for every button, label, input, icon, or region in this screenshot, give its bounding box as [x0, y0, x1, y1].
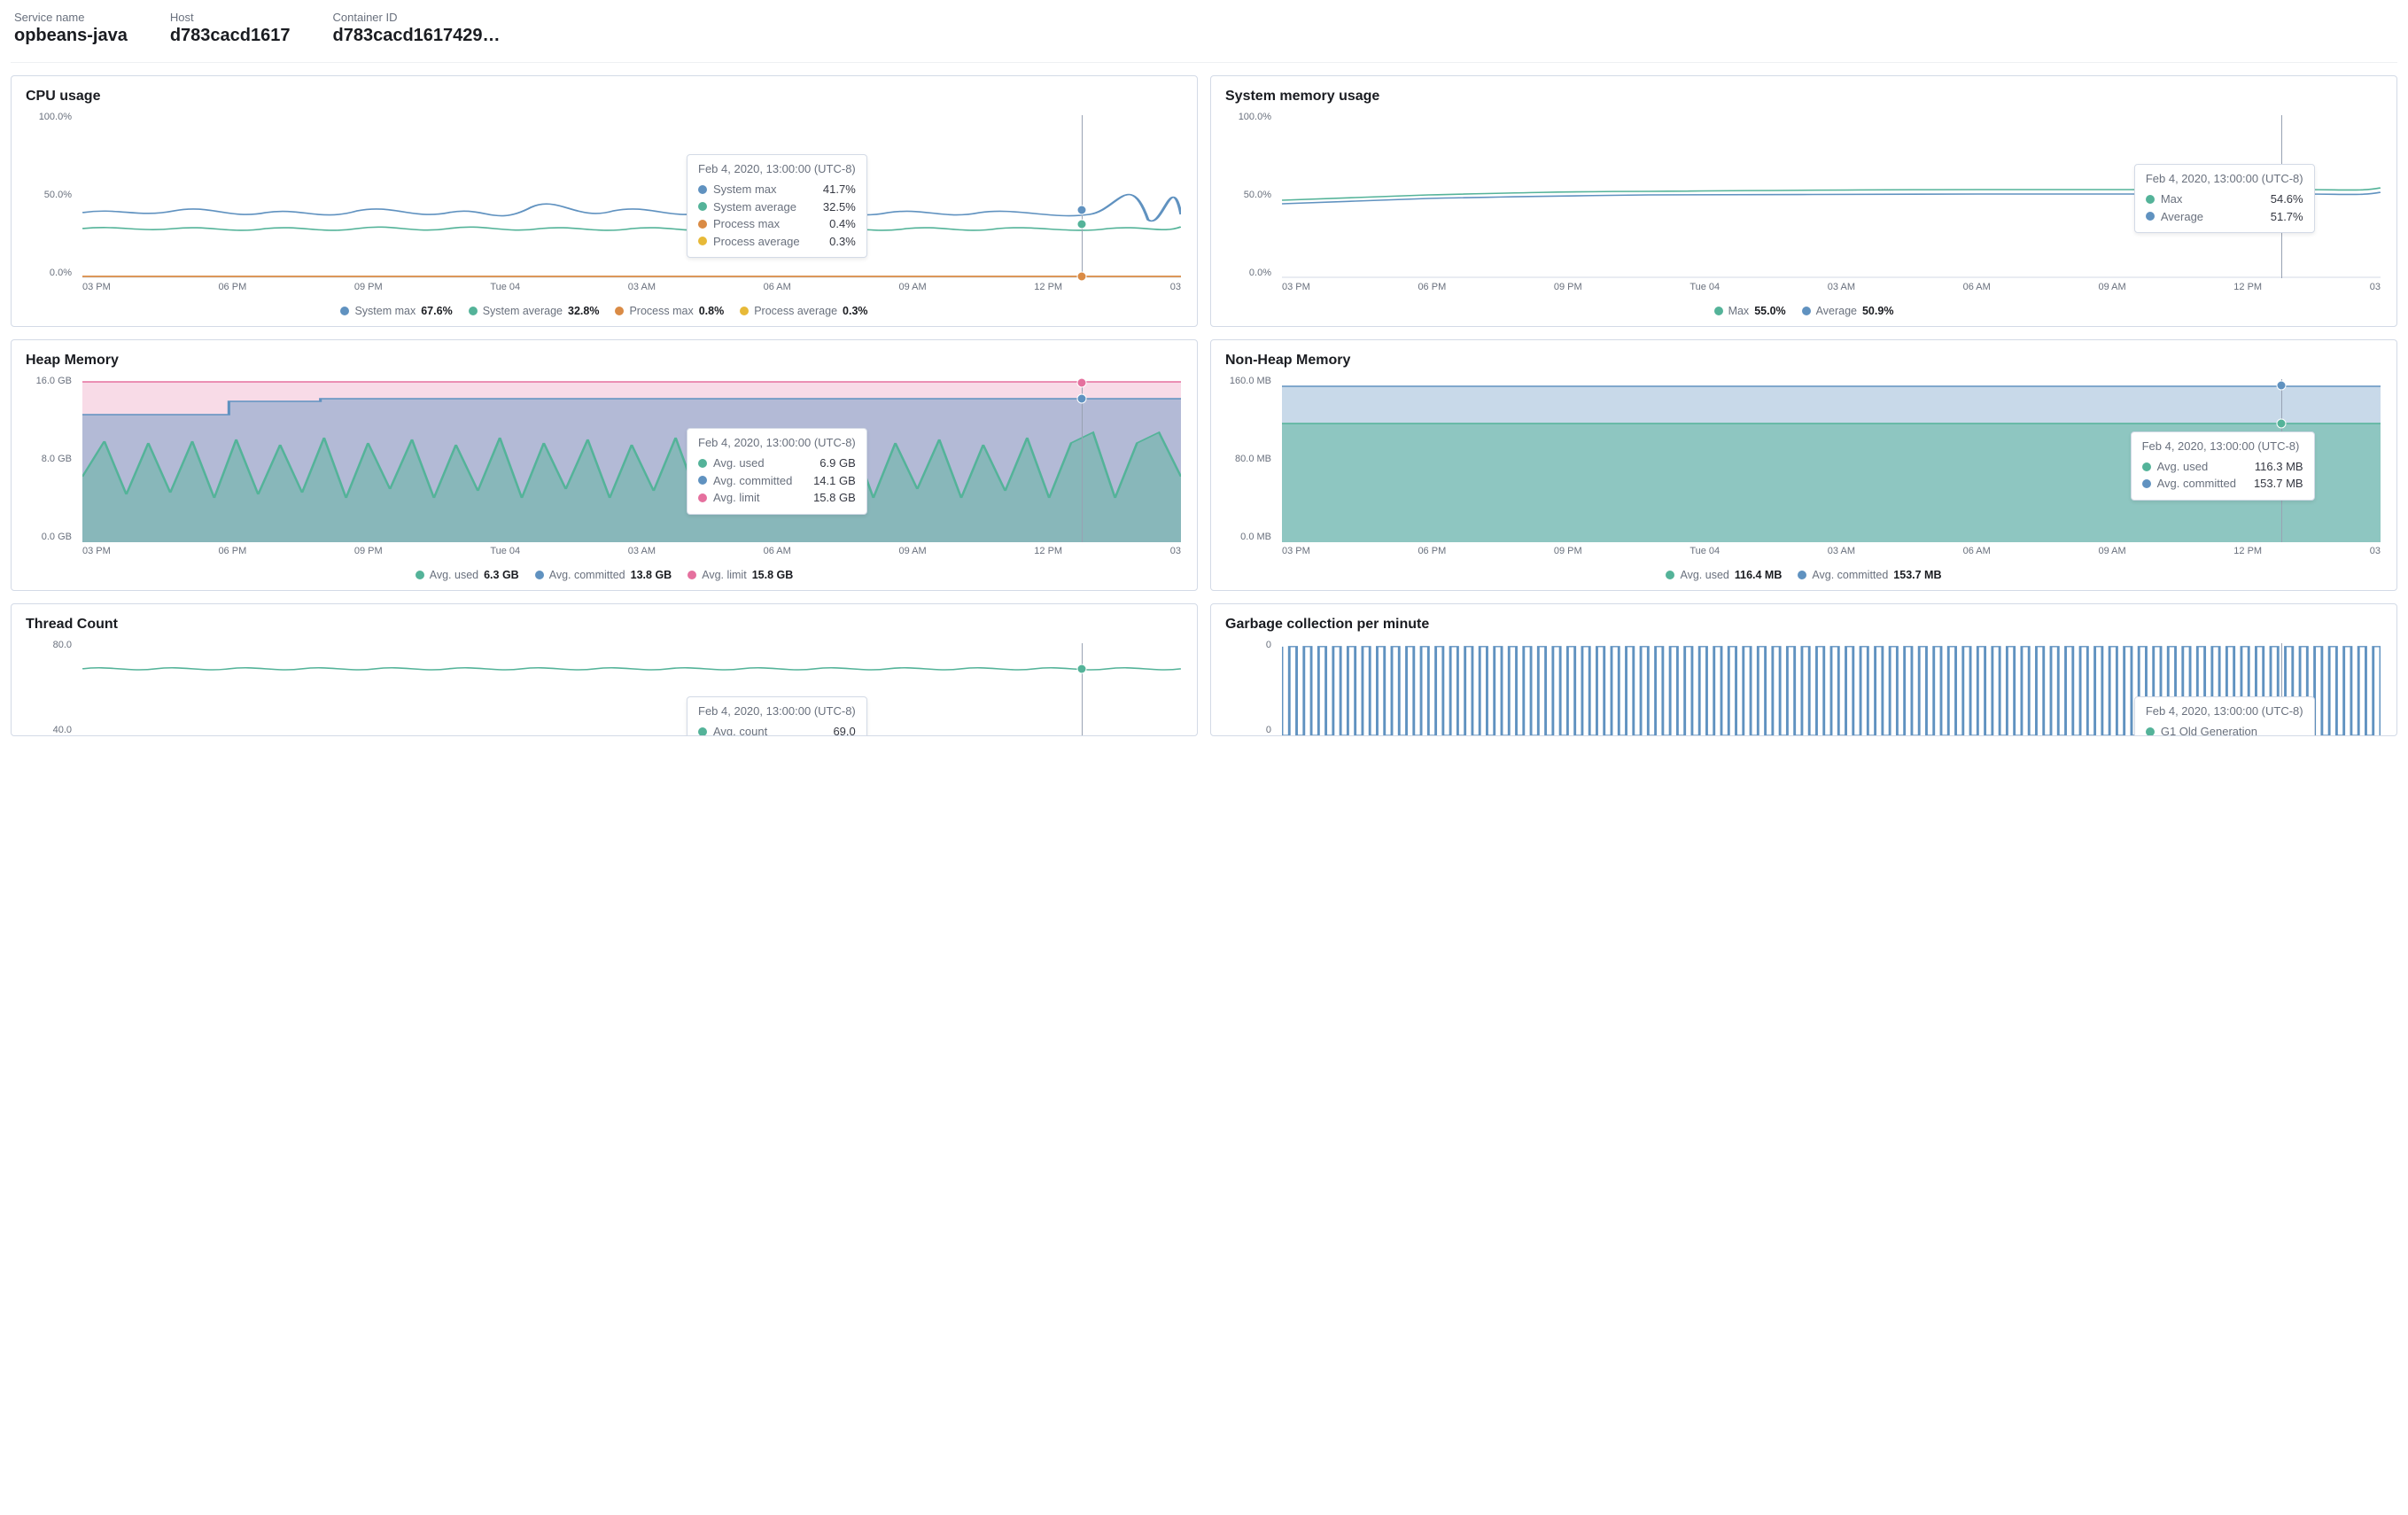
x-axis: 03 PM06 PM09 PMTue 0403 AM06 AM09 AM12 P…	[82, 282, 1181, 298]
legend-item[interactable]: Process average0.3%	[740, 305, 867, 317]
legend-item[interactable]: Max55.0%	[1714, 305, 1786, 317]
plot[interactable]: Feb 4, 2020, 13:00:00 (UTC-8) G1 Old Gen…	[1282, 643, 2381, 735]
panel-title: CPU usage	[26, 89, 1183, 105]
plot[interactable]: Feb 4, 2020, 13:00:00 (UTC-8) Avg. count…	[82, 643, 1181, 735]
panel-non-heap-memory: Non-Heap Memory 160.0 MB 80.0 MB 0.0 MB …	[1210, 339, 2397, 591]
chart-legend: System max67.6% System average32.8% Proc…	[26, 305, 1183, 317]
panel-title: System memory usage	[1225, 89, 2382, 105]
legend-item[interactable]: Average50.9%	[1802, 305, 1894, 317]
x-axis: 03 PM06 PM09 PMTue 0403 AM06 AM09 AM12 P…	[1282, 546, 2381, 562]
swatch-icon	[416, 571, 424, 579]
swatch-icon	[615, 307, 624, 315]
chart-cpu-usage[interactable]: 100.0% 50.0% 0.0% Fe	[26, 112, 1183, 298]
chart-gc-per-minute[interactable]: 0 0 Feb 4, 2020, 13:00:00 (UTC-8) G1 Old…	[1225, 640, 2382, 735]
chart-heap-memory[interactable]: 16.0 GB 8.0 GB 0.0 GB	[26, 376, 1183, 562]
panel-cpu-usage: CPU usage 100.0% 50.0% 0.0%	[11, 75, 1198, 327]
y-axis: 0 0	[1225, 640, 1277, 735]
header-service-label: Service name	[14, 11, 128, 24]
chart-non-heap-memory[interactable]: 160.0 MB 80.0 MB 0.0 MB Feb 4, 2020, 13:…	[1225, 376, 2382, 562]
marker-dot-icon	[1077, 272, 1087, 282]
y-axis: 80.0 40.0	[26, 640, 77, 735]
plot[interactable]: Feb 4, 2020, 13:00:00 (UTC-8) Max54.6% A…	[1282, 115, 2381, 278]
tooltip-time: Feb 4, 2020, 13:00:00 (UTC-8)	[698, 162, 856, 175]
chart-tooltip: Feb 4, 2020, 13:00:00 (UTC-8) Avg. used1…	[2131, 431, 2315, 501]
swatch-icon	[1714, 307, 1723, 315]
swatch-icon	[687, 571, 696, 579]
panel-title: Thread Count	[26, 617, 1183, 633]
legend-item[interactable]: Avg. used6.3 GB	[416, 569, 519, 581]
y-axis: 100.0% 50.0% 0.0%	[26, 112, 77, 278]
marker-dot-icon	[1077, 220, 1087, 229]
header-service-value: opbeans-java	[14, 26, 128, 46]
header-host-label: Host	[170, 11, 291, 24]
panel-grid: CPU usage 100.0% 50.0% 0.0%	[11, 75, 2397, 736]
legend-item[interactable]: Avg. committed153.7 MB	[1798, 569, 1941, 581]
header-container-label: Container ID	[333, 11, 501, 24]
chart-tooltip: Feb 4, 2020, 13:00:00 (UTC-8) G1 Old Gen…	[2134, 696, 2315, 736]
plot[interactable]: Feb 4, 2020, 13:00:00 (UTC-8) Avg. used1…	[1282, 379, 2381, 542]
legend-item[interactable]: Avg. committed13.8 GB	[535, 569, 672, 581]
panel-title: Non-Heap Memory	[1225, 353, 2382, 369]
marker-dot-icon	[2277, 418, 2287, 428]
chart-legend: Max55.0% Average50.9%	[1225, 305, 2382, 317]
x-axis: 03 PM06 PM09 PMTue 0403 AM06 AM09 AM12 P…	[82, 546, 1181, 562]
chart-tooltip: Feb 4, 2020, 13:00:00 (UTC-8) System max…	[687, 154, 867, 258]
marker-dot-icon	[1077, 377, 1087, 387]
y-axis: 16.0 GB 8.0 GB 0.0 GB	[26, 376, 77, 542]
marker-dot-icon	[1077, 664, 1087, 674]
page-header: Service name opbeans-java Host d783cacd1…	[11, 7, 2397, 63]
swatch-icon	[469, 307, 478, 315]
tooltip-time: Feb 4, 2020, 13:00:00 (UTC-8)	[2146, 172, 2303, 185]
swatch-icon	[1798, 571, 1806, 579]
legend-item[interactable]: System max67.6%	[340, 305, 452, 317]
legend-item[interactable]: Avg. limit15.8 GB	[687, 569, 793, 581]
chart-crosshair	[1082, 643, 1083, 735]
marker-dot-icon	[1077, 394, 1087, 404]
panel-gc-per-minute: Garbage collection per minute 0 0 Feb 4,…	[1210, 603, 2397, 736]
chart-crosshair	[1082, 379, 1083, 542]
chart-tooltip: Feb 4, 2020, 13:00:00 (UTC-8) Avg. used6…	[687, 428, 867, 515]
plot[interactable]: Feb 4, 2020, 13:00:00 (UTC-8) Avg. used6…	[82, 379, 1181, 542]
marker-dot-icon	[2277, 381, 2287, 391]
legend-item[interactable]: Process max0.8%	[615, 305, 724, 317]
plot[interactable]: Feb 4, 2020, 13:00:00 (UTC-8) System max…	[82, 115, 1181, 278]
legend-item[interactable]: Avg. used116.4 MB	[1666, 569, 1782, 581]
legend-item[interactable]: System average32.8%	[469, 305, 600, 317]
chart-tooltip: Feb 4, 2020, 13:00:00 (UTC-8) Max54.6% A…	[2134, 164, 2315, 233]
swatch-icon	[740, 307, 749, 315]
header-host-value: d783cacd1617	[170, 26, 291, 46]
tooltip-time: Feb 4, 2020, 13:00:00 (UTC-8)	[2146, 704, 2303, 718]
header-container-value: d783cacd1617429…	[333, 26, 501, 46]
tooltip-time: Feb 4, 2020, 13:00:00 (UTC-8)	[698, 704, 856, 718]
panel-title: Heap Memory	[26, 353, 1183, 369]
chart-legend: Avg. used116.4 MB Avg. committed153.7 MB	[1225, 569, 2382, 581]
header-host: Host d783cacd1617	[170, 11, 291, 46]
marker-dot-icon	[1077, 205, 1087, 214]
tooltip-time: Feb 4, 2020, 13:00:00 (UTC-8)	[2142, 439, 2303, 453]
panel-thread-count: Thread Count 80.0 40.0 Feb 4, 2020, 13:0…	[11, 603, 1198, 736]
swatch-icon	[1802, 307, 1811, 315]
chart-crosshair	[1082, 115, 1083, 278]
panel-system-memory: System memory usage 100.0% 50.0% 0.0% Fe…	[1210, 75, 2397, 327]
swatch-icon	[1666, 571, 1674, 579]
swatch-icon	[340, 307, 349, 315]
swatch-icon	[535, 571, 544, 579]
chart-tooltip: Feb 4, 2020, 13:00:00 (UTC-8) Avg. count…	[687, 696, 867, 736]
chart-system-memory[interactable]: 100.0% 50.0% 0.0% Feb 4, 2020, 13:00:00 …	[1225, 112, 2382, 298]
y-axis: 160.0 MB 80.0 MB 0.0 MB	[1225, 376, 1277, 542]
x-axis: 03 PM06 PM09 PMTue 0403 AM06 AM09 AM12 P…	[1282, 282, 2381, 298]
y-axis: 100.0% 50.0% 0.0%	[1225, 112, 1277, 278]
header-service: Service name opbeans-java	[14, 11, 128, 46]
tooltip-time: Feb 4, 2020, 13:00:00 (UTC-8)	[698, 436, 856, 449]
header-container: Container ID d783cacd1617429…	[333, 11, 501, 46]
chart-thread-count[interactable]: 80.0 40.0 Feb 4, 2020, 13:00:00 (UTC-8) …	[26, 640, 1183, 735]
panel-title: Garbage collection per minute	[1225, 617, 2382, 633]
panel-heap-memory: Heap Memory 16.0 GB 8.0 GB 0.0 GB	[11, 339, 1198, 591]
chart-legend: Avg. used6.3 GB Avg. committed13.8 GB Av…	[26, 569, 1183, 581]
